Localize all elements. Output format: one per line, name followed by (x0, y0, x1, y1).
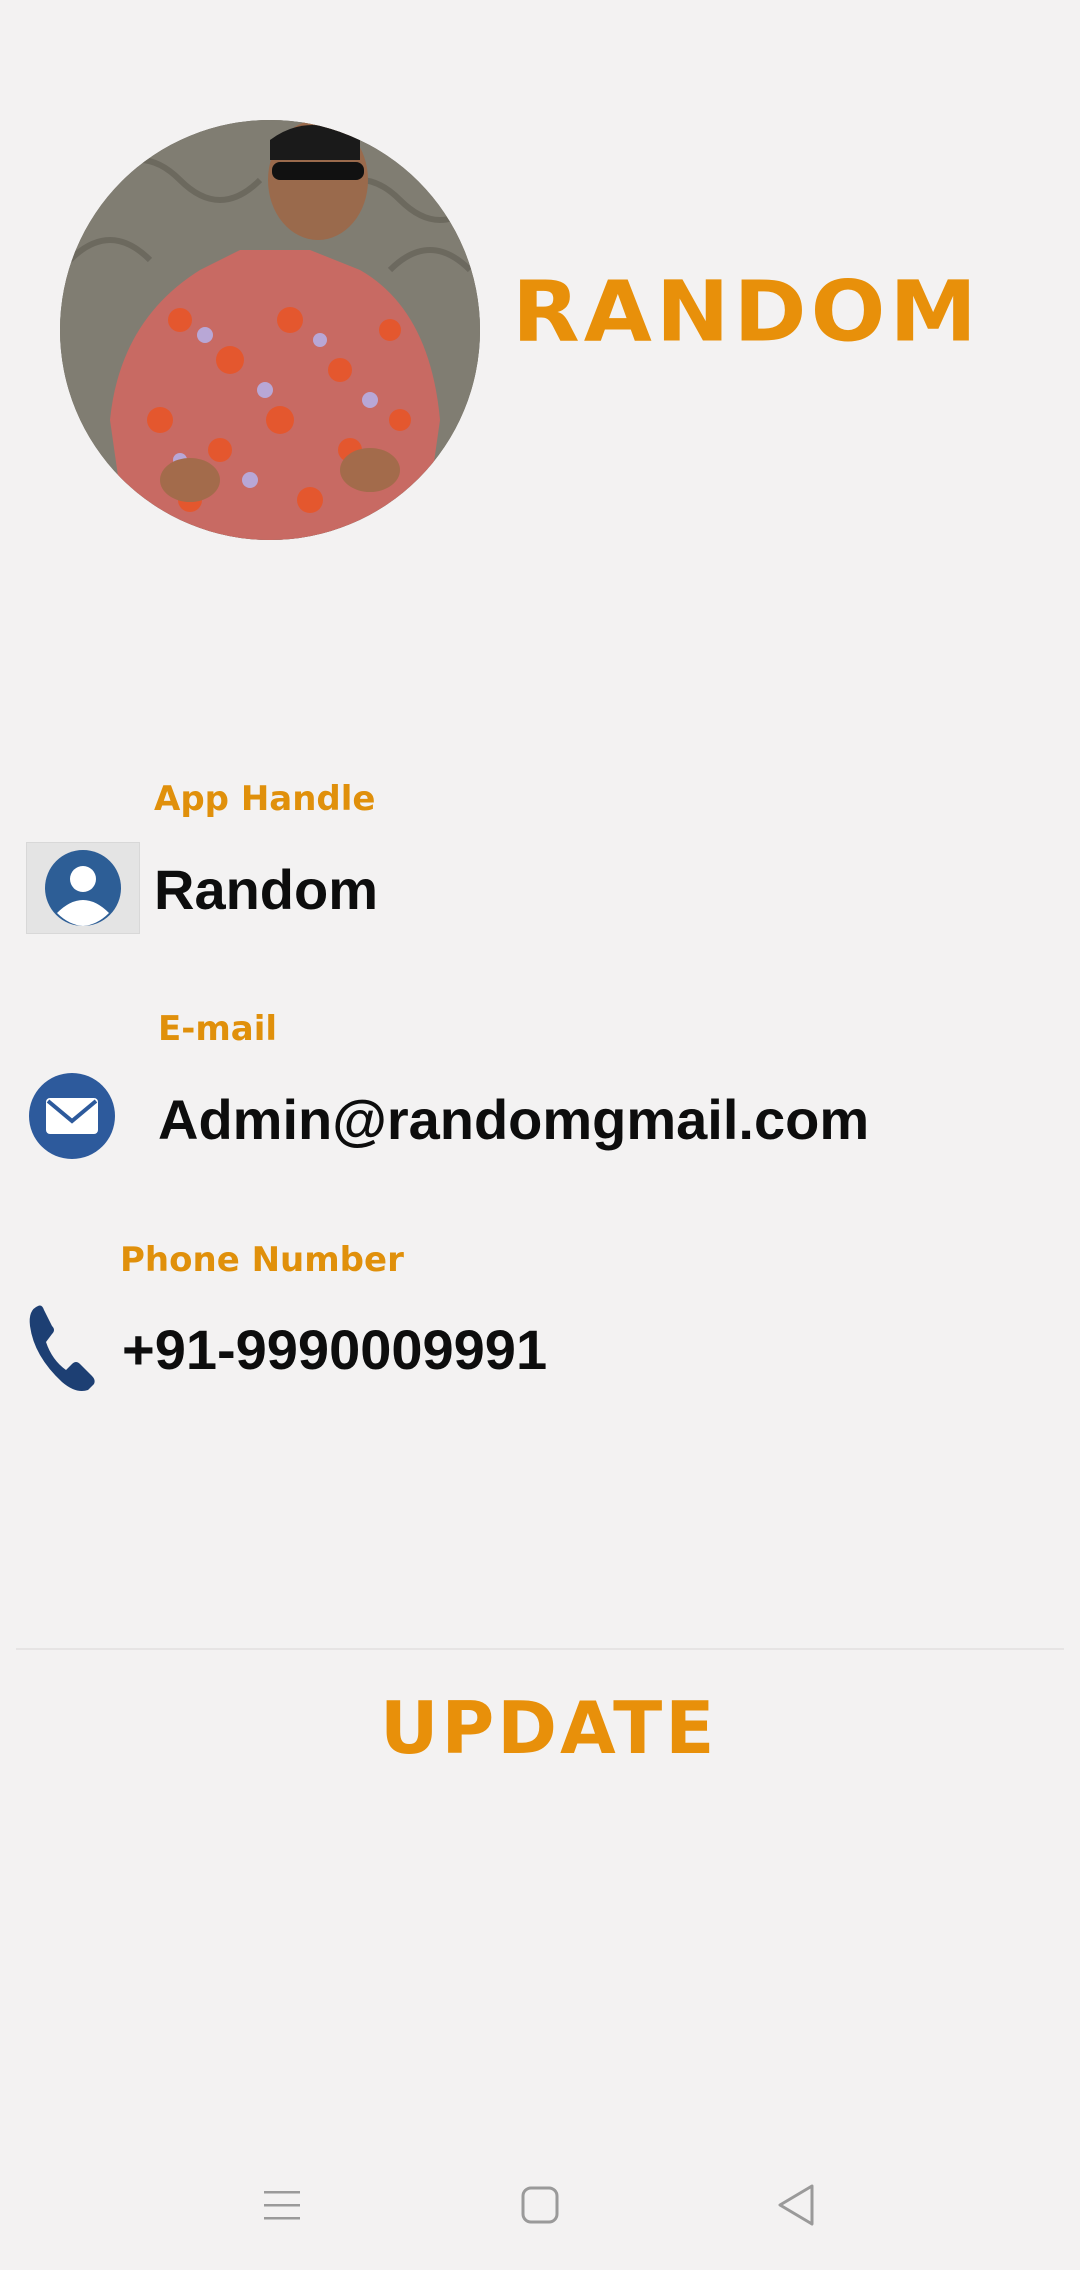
back-triangle-icon (778, 2184, 814, 2226)
divider (16, 1648, 1064, 1650)
envelope-icon (28, 1072, 116, 1160)
email-value[interactable]: Admin@randomgmail.com (158, 1092, 869, 1148)
phone-icon (24, 1300, 100, 1396)
nav-home-button[interactable] (500, 2170, 580, 2240)
app-handle-label: App Handle (154, 779, 376, 819)
profile-avatar[interactable] (60, 120, 480, 540)
email-label: E-mail (158, 1009, 278, 1049)
nav-menu-button[interactable] (242, 2170, 322, 2240)
profile-name: RANDOM (512, 262, 981, 361)
phone-label: Phone Number (120, 1240, 404, 1280)
update-button[interactable]: UPDATE (380, 1688, 714, 1768)
home-square-icon (521, 2186, 559, 2224)
nav-back-button[interactable] (756, 2170, 836, 2240)
app-handle-value[interactable]: Random (154, 862, 378, 918)
phone-value[interactable]: +91-9990009991 (122, 1322, 547, 1378)
profile-photo-image (60, 120, 480, 540)
user-avatar-icon (26, 842, 140, 934)
menu-icon (264, 2191, 300, 2220)
